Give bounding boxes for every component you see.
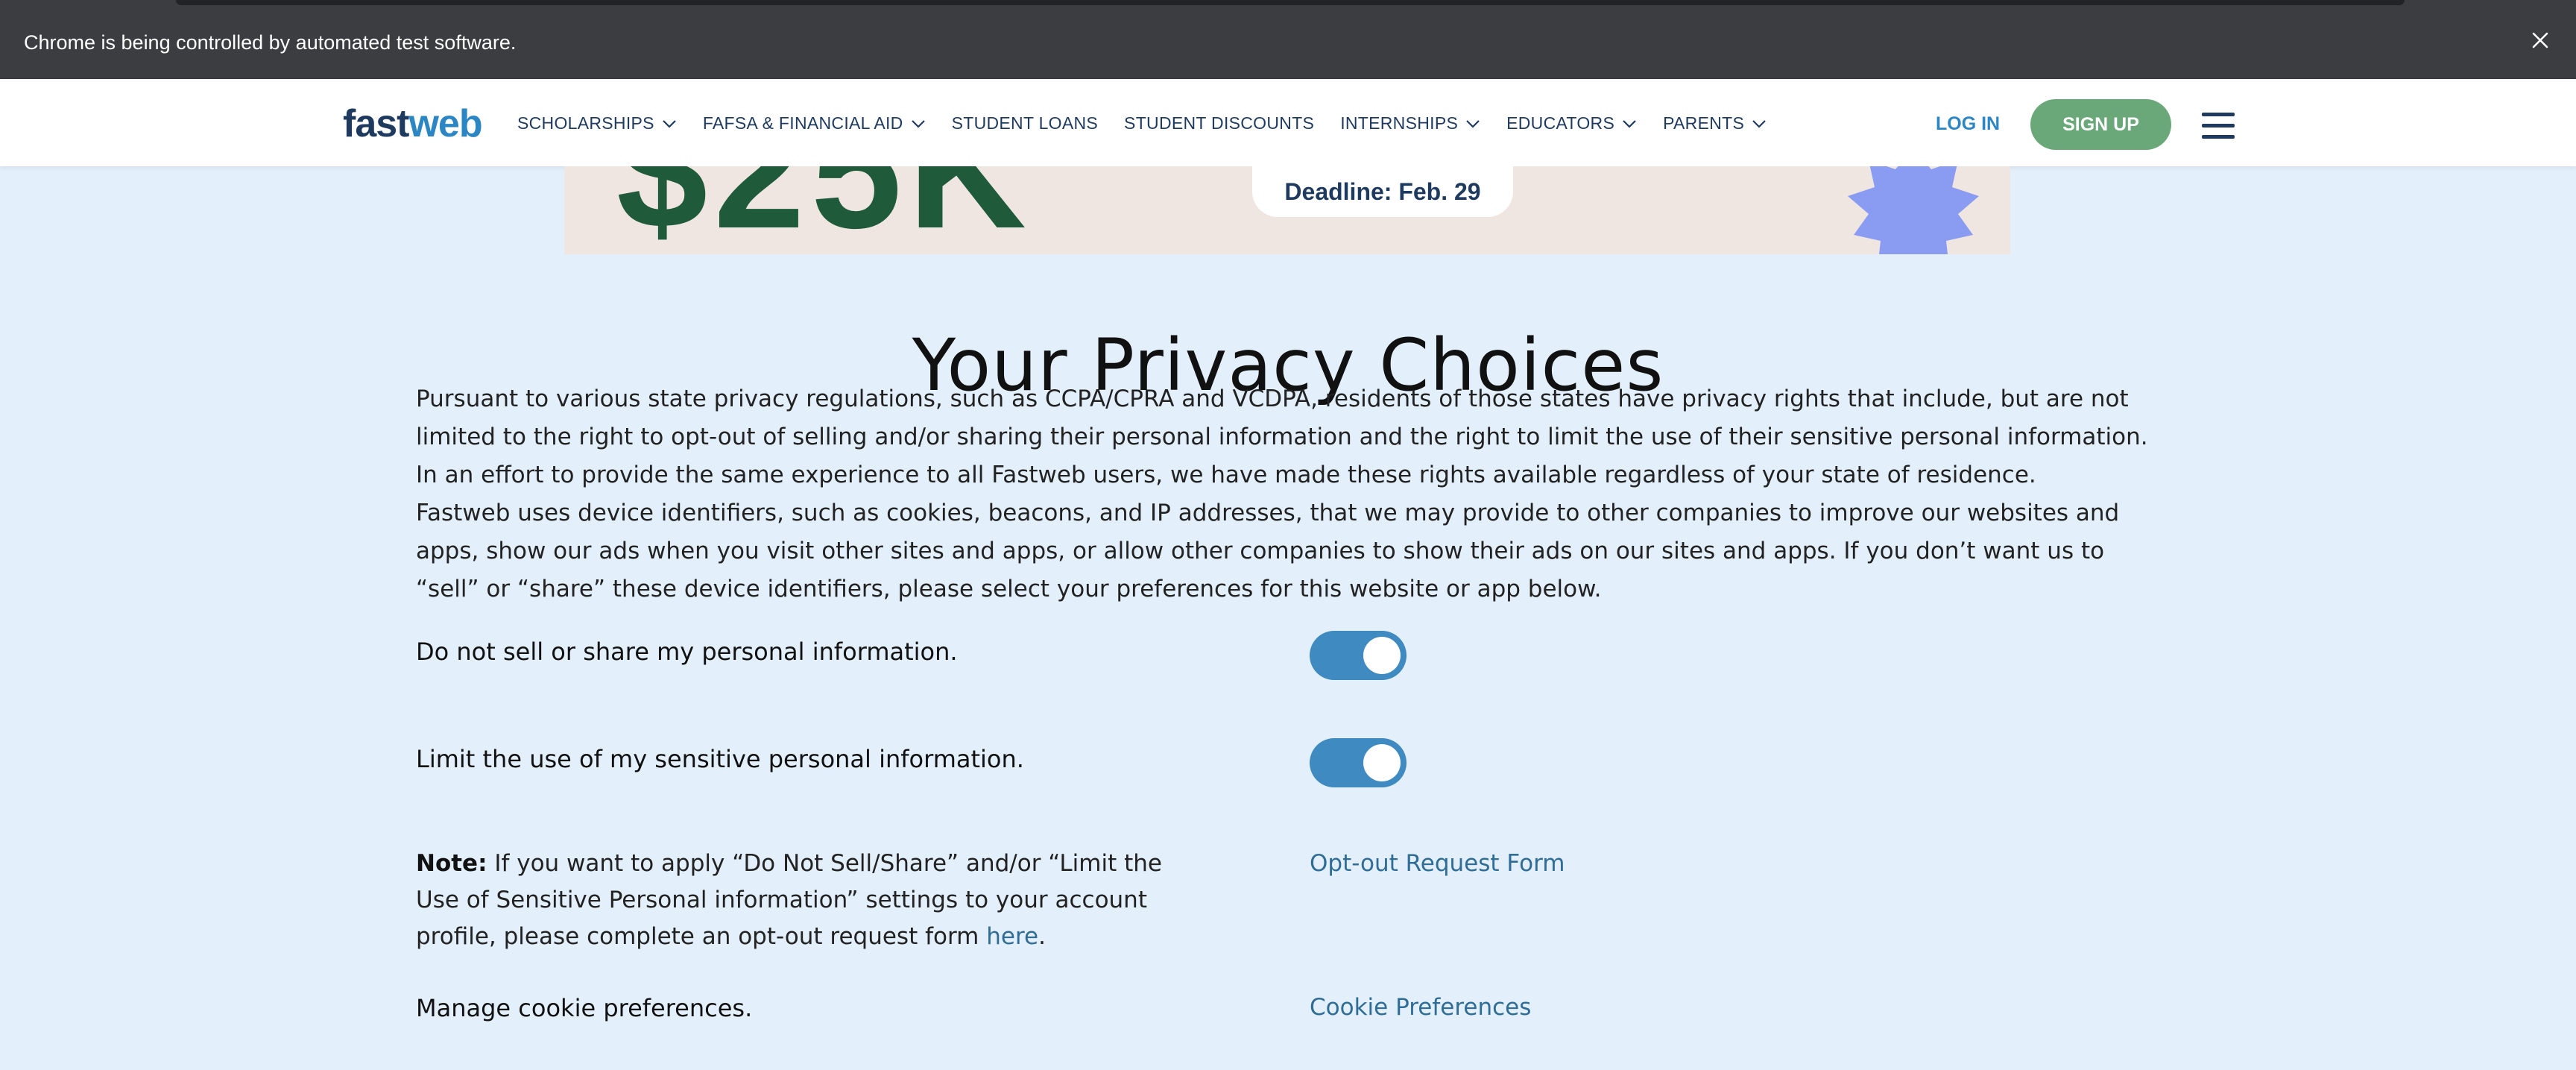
nav-item-fafsa-financial-aid[interactable]: FAFSA & FINANCIAL AID bbox=[703, 113, 926, 133]
note-body: If you want to apply “Do Not Sell/Share”… bbox=[416, 850, 1162, 950]
chevron-down-icon bbox=[911, 119, 925, 128]
automation-infobar: Chrome is being controlled by automated … bbox=[0, 0, 2576, 79]
menu-icon[interactable] bbox=[2202, 113, 2235, 139]
nav-item-label: INTERNSHIPS bbox=[1340, 113, 1459, 133]
banner-deadline: Deadline: Feb. 29 bbox=[1252, 166, 1513, 217]
limit-use-toggle[interactable] bbox=[1310, 738, 1407, 787]
chevron-down-icon bbox=[1752, 119, 1766, 128]
site-header: fastweb SCHOLARSHIPS FAFSA & FINANCIAL AI… bbox=[0, 79, 2576, 166]
window-top-edge bbox=[176, 0, 2405, 5]
note-end: . bbox=[1038, 923, 1046, 950]
nav-item-label: EDUCATORS bbox=[1506, 113, 1615, 133]
nav-item-student-loans[interactable]: STUDENT LOANS bbox=[952, 113, 1098, 133]
signup-button[interactable]: SIGN UP bbox=[2030, 99, 2171, 150]
promo-banner[interactable]: $25K Deadline: Feb. 29 bbox=[564, 166, 2010, 254]
cookie-preferences-label: Manage cookie preferences. bbox=[416, 994, 753, 1022]
chevron-down-icon bbox=[1466, 119, 1480, 128]
nav-item-parents[interactable]: PARENTS bbox=[1663, 113, 1767, 133]
note-text: Note: If you want to apply “Do Not Sell/… bbox=[416, 846, 1206, 955]
note-prefix: Note: bbox=[416, 850, 487, 877]
fastweb-logo[interactable]: fastweb bbox=[343, 101, 483, 146]
cookie-preferences-link[interactable]: Cookie Preferences bbox=[1310, 994, 1531, 1021]
main-nav: SCHOLARSHIPS FAFSA & FINANCIAL AID STUDENT… bbox=[517, 113, 1793, 133]
toggle-knob bbox=[1363, 744, 1401, 781]
infobar-message: Chrome is being controlled by automated … bbox=[24, 31, 517, 54]
starburst-badge-icon bbox=[1848, 166, 1979, 254]
nav-item-internships[interactable]: INTERNSHIPS bbox=[1340, 113, 1480, 133]
nav-item-label: STUDENT DISCOUNTS bbox=[1124, 113, 1315, 133]
nav-item-label: STUDENT LOANS bbox=[951, 113, 1099, 133]
limit-use-label: Limit the use of my sensitive personal i… bbox=[416, 745, 1024, 773]
banner-amount: $25K bbox=[616, 166, 1032, 254]
nav-item-educators[interactable]: EDUCATORS bbox=[1506, 113, 1637, 133]
login-link[interactable]: LOG IN bbox=[1936, 113, 2000, 135]
nav-item-label: PARENTS bbox=[1663, 113, 1745, 133]
nav-item-label: FAFSA & FINANCIAL AID bbox=[702, 113, 903, 133]
nav-item-scholarships[interactable]: SCHOLARSHIPS bbox=[517, 113, 677, 133]
chevron-down-icon bbox=[1623, 119, 1636, 128]
nav-item-label: SCHOLARSHIPS bbox=[517, 113, 654, 133]
close-icon[interactable] bbox=[2525, 25, 2555, 55]
optout-request-form-link[interactable]: Opt-out Request Form bbox=[1310, 850, 1565, 877]
chevron-down-icon bbox=[663, 119, 676, 128]
intro-paragraph: Pursuant to various state privacy regula… bbox=[416, 385, 2148, 488]
here-link[interactable]: here bbox=[986, 923, 1038, 950]
do-not-sell-label: Do not sell or share my personal informa… bbox=[416, 638, 958, 666]
toggle-knob bbox=[1363, 637, 1401, 674]
do-not-sell-toggle[interactable] bbox=[1310, 631, 1407, 680]
device-identifiers-paragraph: Fastweb uses device identifiers, such as… bbox=[416, 500, 2120, 602]
nav-item-student-discounts[interactable]: STUDENT DISCOUNTS bbox=[1124, 113, 1314, 133]
